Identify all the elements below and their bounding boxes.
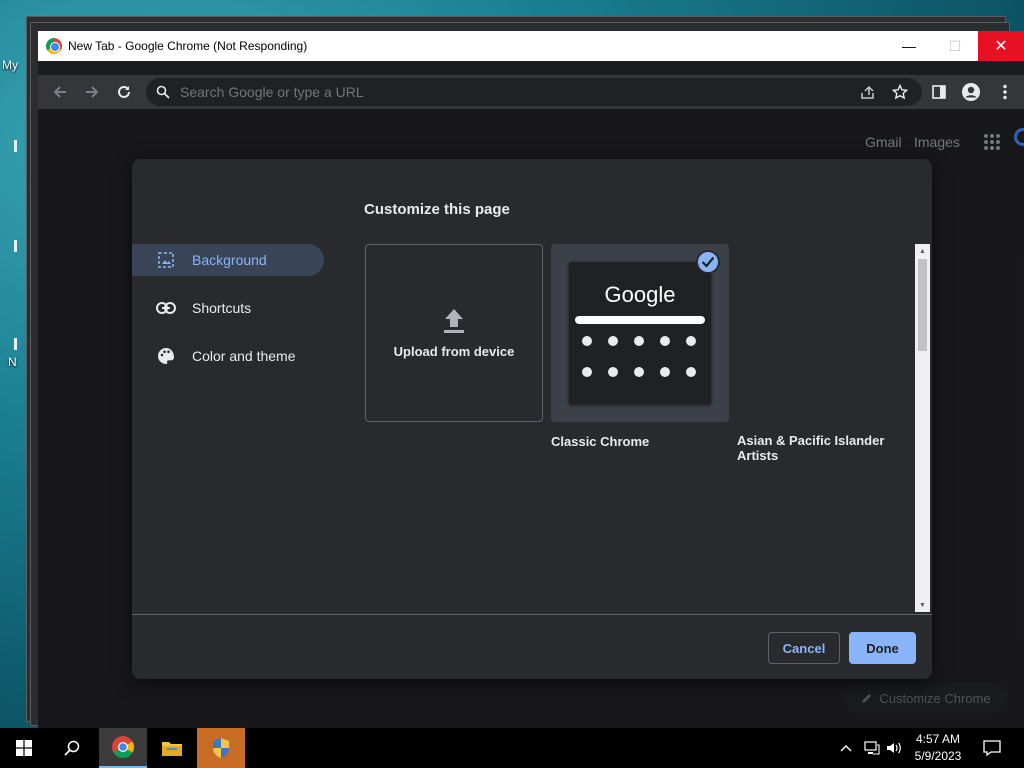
link-icon [156, 298, 176, 318]
back-button[interactable] [47, 79, 73, 105]
folder-icon [162, 742, 182, 756]
taskbar-file-explorer-button[interactable] [148, 728, 196, 768]
chrome-logo-icon [46, 38, 62, 54]
minimize-button[interactable]: — [886, 31, 932, 61]
menu-item-color-and-theme[interactable]: Color and theme [132, 340, 324, 372]
menu-button[interactable] [992, 79, 1018, 105]
start-button[interactable] [0, 728, 48, 768]
shield-icon [213, 738, 229, 758]
menu-item-background[interactable]: Background [132, 244, 324, 276]
network-icon [864, 741, 880, 755]
share-icon [861, 85, 874, 99]
tray-overflow-button[interactable] [838, 728, 854, 768]
classic-chrome-caption: Classic Chrome [551, 434, 650, 449]
chrome-logo-icon [112, 736, 134, 758]
menu-item-shortcuts[interactable]: Shortcuts [132, 292, 324, 324]
forward-button[interactable] [79, 79, 105, 105]
desktop-icon-label[interactable]: My [2, 58, 18, 72]
menu-item-label: Background [192, 252, 267, 268]
scroll-down-arrow[interactable]: ▼ [915, 599, 930, 611]
shortcut-dot [582, 367, 592, 377]
scrollbar-thumb[interactable] [918, 259, 927, 351]
artists-caption-line: Artists [737, 448, 779, 463]
taskbar-search-button[interactable] [48, 728, 96, 768]
tab-strip[interactable] [38, 61, 1024, 75]
classic-chrome-tile[interactable]: Google [551, 244, 729, 422]
taskbar: 4:57 AM 5/9/2023 [0, 728, 1024, 768]
desktop-icon-label[interactable]: N [8, 355, 17, 369]
upload-icon [444, 308, 464, 333]
arrow-right-icon [86, 86, 99, 98]
share-button[interactable] [855, 79, 881, 105]
shortcut-dot [634, 367, 644, 377]
search-icon [156, 85, 170, 99]
footer-divider [132, 614, 932, 615]
cancel-button[interactable]: Cancel [768, 632, 840, 664]
search-icon [64, 740, 80, 756]
done-button[interactable]: Done [849, 632, 916, 664]
shortcut-dot [686, 336, 696, 346]
clock-date: 5/9/2023 [914, 749, 962, 763]
classic-preview: Google [569, 262, 711, 404]
volume-tray-button[interactable] [885, 728, 903, 768]
arrow-left-icon [53, 86, 66, 98]
shortcut-dot [608, 367, 618, 377]
palette-icon [156, 346, 176, 366]
menu-item-label: Color and theme [192, 348, 296, 364]
taskbar-chrome-button[interactable] [99, 728, 147, 768]
taskbar-security-button[interactable] [197, 728, 245, 768]
shortcut-dot [582, 336, 592, 346]
desktop-icon-fragment[interactable] [14, 240, 17, 252]
maximize-button[interactable]: ☐ [932, 31, 978, 61]
profile-button[interactable] [958, 79, 984, 105]
omnibox[interactable] [146, 78, 922, 106]
kebab-menu-icon [1003, 84, 1007, 100]
shortcut-dot [660, 367, 670, 377]
close-button[interactable]: ✕ [978, 31, 1024, 61]
artists-caption-line: Asian & Pacific Islander [737, 433, 885, 448]
windows-logo-icon [16, 740, 32, 756]
scroll-up-arrow[interactable]: ▲ [915, 245, 930, 257]
upload-tile-label: Upload from device [393, 343, 515, 359]
shortcut-dot [634, 336, 644, 346]
volume-icon [887, 742, 901, 754]
window-title: New Tab - Google Chrome (Not Responding) [68, 39, 308, 53]
notification-icon [983, 740, 1001, 756]
omnibox-input[interactable] [180, 84, 840, 100]
side-panel-icon [932, 85, 946, 99]
artists-collection-caption[interactable]: Asian & Pacific Islander Artists [737, 433, 884, 463]
customize-dialog: Customize this page Background Shortcuts… [132, 159, 932, 679]
reload-icon [118, 85, 130, 98]
chevron-up-icon [840, 745, 852, 752]
selected-check-icon [696, 250, 720, 274]
network-tray-button[interactable] [862, 728, 882, 768]
taskbar-clock[interactable]: 4:57 AM 5/9/2023 [904, 731, 972, 765]
shortcut-dot [608, 336, 618, 346]
bookmark-button[interactable] [887, 79, 913, 105]
action-center-button[interactable] [980, 728, 1004, 768]
desktop-icon-fragment[interactable] [14, 338, 17, 350]
title-bar[interactable]: New Tab - Google Chrome (Not Responding)… [38, 31, 1024, 61]
avatar-icon [962, 83, 980, 101]
side-panel-button[interactable] [926, 79, 952, 105]
shortcut-dot [686, 367, 696, 377]
dialog-title: Customize this page [364, 201, 510, 218]
image-icon [156, 250, 176, 270]
desktop-icon-fragment[interactable] [14, 140, 17, 152]
clock-time: 4:57 AM [915, 732, 961, 746]
menu-item-label: Shortcuts [192, 300, 252, 316]
star-icon [892, 84, 908, 100]
shortcut-dot [660, 336, 670, 346]
upload-from-device-tile[interactable]: Upload from device [365, 244, 543, 422]
google-logo-preview: Google [604, 282, 676, 307]
search-bar-preview [575, 316, 705, 324]
reload-button[interactable] [111, 79, 137, 105]
toolbar [38, 75, 1024, 109]
